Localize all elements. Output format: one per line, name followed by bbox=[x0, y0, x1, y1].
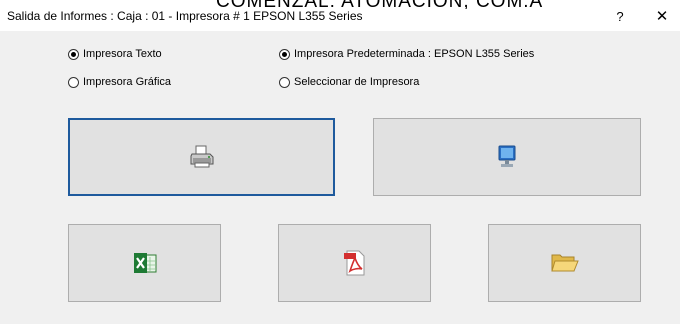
excel-icon bbox=[133, 251, 157, 275]
radio-label: Impresora Gráfica bbox=[83, 76, 172, 88]
radio-seleccionar-impresora[interactable]: Seleccionar de Impresora bbox=[279, 76, 419, 88]
radio-button[interactable] bbox=[279, 48, 290, 60]
folder-button[interactable] bbox=[488, 224, 641, 302]
pdf-button[interactable] bbox=[278, 224, 431, 302]
radio-button[interactable] bbox=[68, 48, 79, 60]
excel-button[interactable] bbox=[68, 224, 221, 302]
radio-impresora-texto[interactable]: Impresora Texto bbox=[68, 48, 162, 60]
screen-button[interactable] bbox=[373, 118, 641, 196]
monitor-icon bbox=[496, 144, 518, 170]
radio-impresora-predeterminada[interactable]: Impresora Predeterminada : EPSON L355 Se… bbox=[279, 48, 534, 60]
radio-button[interactable] bbox=[279, 76, 290, 88]
folder-icon bbox=[550, 252, 579, 274]
pdf-icon bbox=[343, 250, 367, 276]
background-window-text: COMENZAL: ATOMACION, COM.A bbox=[216, 0, 543, 9]
radio-label: Seleccionar de Impresora bbox=[294, 76, 420, 88]
dialog-content: Impresora Texto Impresora Gráfica Impres… bbox=[6, 31, 674, 324]
printer-icon bbox=[189, 145, 215, 169]
radio-impresora-grafica[interactable]: Impresora Gráfica bbox=[68, 76, 171, 88]
radio-label: Impresora Texto bbox=[83, 48, 162, 60]
help-button[interactable]: ? bbox=[608, 6, 632, 28]
radio-button[interactable] bbox=[68, 76, 79, 88]
radio-label: Impresora Predeterminada : EPSON L355 Se… bbox=[294, 48, 535, 60]
print-button[interactable] bbox=[68, 118, 335, 196]
window-title: Salida de Informes : Caja : 01 - Impreso… bbox=[7, 9, 363, 23]
title-bar: COMENZAL: ATOMACION, COM.A Salida de Inf… bbox=[0, 0, 680, 31]
close-button[interactable]: ✕ bbox=[650, 6, 674, 28]
